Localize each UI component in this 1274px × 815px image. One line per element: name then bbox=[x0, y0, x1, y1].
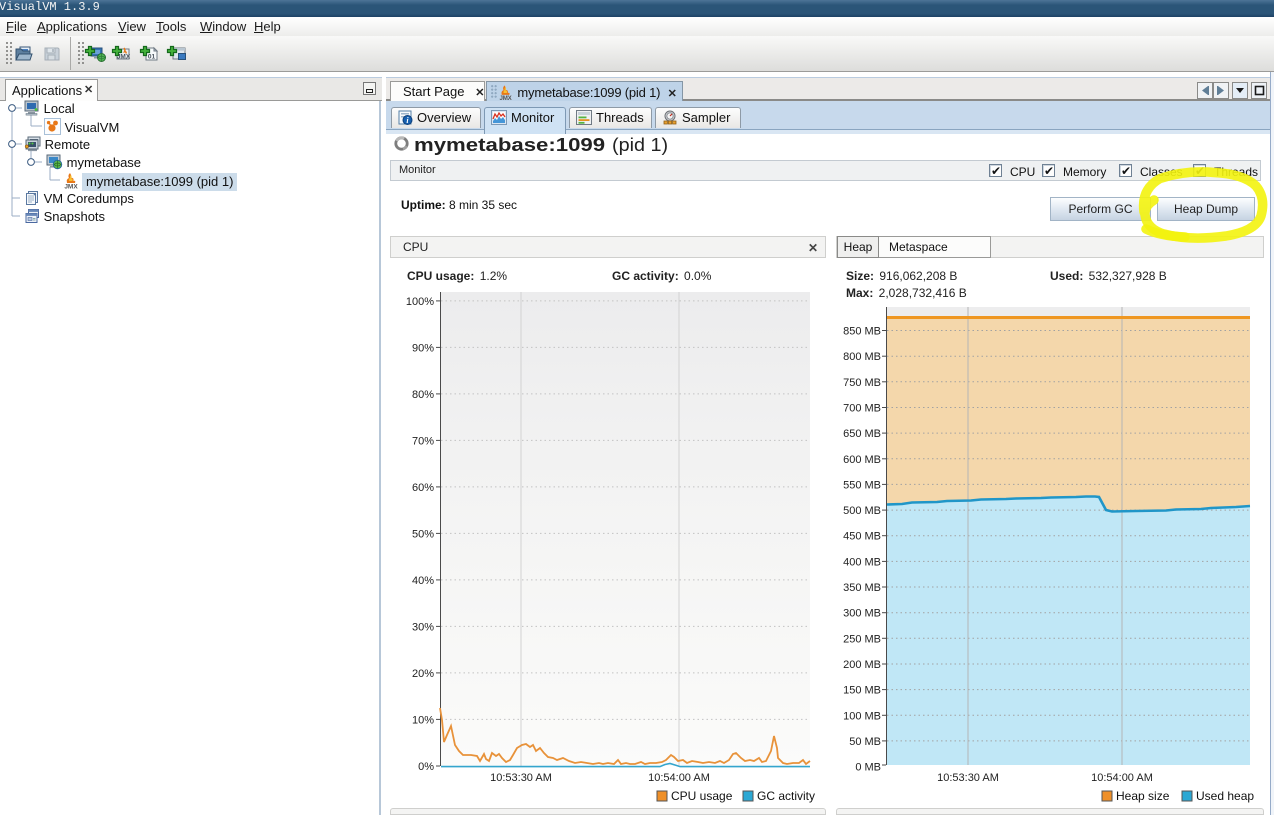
svg-text:10:53:30 AM: 10:53:30 AM bbox=[490, 772, 552, 784]
svg-text:400 MB: 400 MB bbox=[843, 556, 881, 568]
svg-text:60%: 60% bbox=[412, 482, 434, 494]
svg-text:30%: 30% bbox=[412, 621, 434, 633]
svg-text:100 MB: 100 MB bbox=[843, 710, 881, 722]
svg-text:850 MB: 850 MB bbox=[843, 326, 881, 338]
svg-text:350 MB: 350 MB bbox=[843, 582, 881, 594]
svg-text:50%: 50% bbox=[412, 528, 434, 540]
svg-text:250 MB: 250 MB bbox=[843, 633, 881, 645]
svg-text:JMX: JMX bbox=[64, 184, 78, 190]
svg-text:Used heap: Used heap bbox=[1196, 789, 1254, 803]
svg-text:200 MB: 200 MB bbox=[843, 659, 881, 671]
svg-text:90%: 90% bbox=[412, 342, 434, 354]
svg-text:50 MB: 50 MB bbox=[849, 736, 881, 748]
svg-text:01: 01 bbox=[148, 54, 156, 61]
svg-text:600 MB: 600 MB bbox=[843, 454, 881, 466]
svg-text:10%: 10% bbox=[412, 714, 434, 726]
svg-text:550 MB: 550 MB bbox=[843, 479, 881, 491]
svg-text:150 MB: 150 MB bbox=[843, 685, 881, 697]
svg-text:Heap size: Heap size bbox=[1116, 789, 1170, 803]
svg-text:80%: 80% bbox=[412, 389, 434, 401]
svg-text:10:54:00 AM: 10:54:00 AM bbox=[1091, 772, 1153, 784]
svg-text:800 MB: 800 MB bbox=[843, 351, 881, 363]
svg-text:700 MB: 700 MB bbox=[843, 403, 881, 415]
svg-text:100%: 100% bbox=[406, 296, 434, 308]
svg-text:450 MB: 450 MB bbox=[843, 531, 881, 543]
svg-text:300 MB: 300 MB bbox=[843, 608, 881, 620]
svg-text:0%: 0% bbox=[418, 761, 434, 773]
svg-text:GC activity: GC activity bbox=[757, 789, 815, 803]
svg-text:10:54:00 AM: 10:54:00 AM bbox=[648, 772, 710, 784]
svg-text:70%: 70% bbox=[412, 435, 434, 447]
svg-text:10:53:30 AM: 10:53:30 AM bbox=[937, 772, 999, 784]
svg-text:40%: 40% bbox=[412, 575, 434, 587]
svg-text:500 MB: 500 MB bbox=[843, 505, 881, 517]
svg-text:0 MB: 0 MB bbox=[855, 762, 881, 774]
svg-text:20%: 20% bbox=[412, 668, 434, 680]
svg-text:750 MB: 750 MB bbox=[843, 377, 881, 389]
svg-text:CPU usage: CPU usage bbox=[671, 789, 733, 803]
svg-text:650 MB: 650 MB bbox=[843, 428, 881, 440]
